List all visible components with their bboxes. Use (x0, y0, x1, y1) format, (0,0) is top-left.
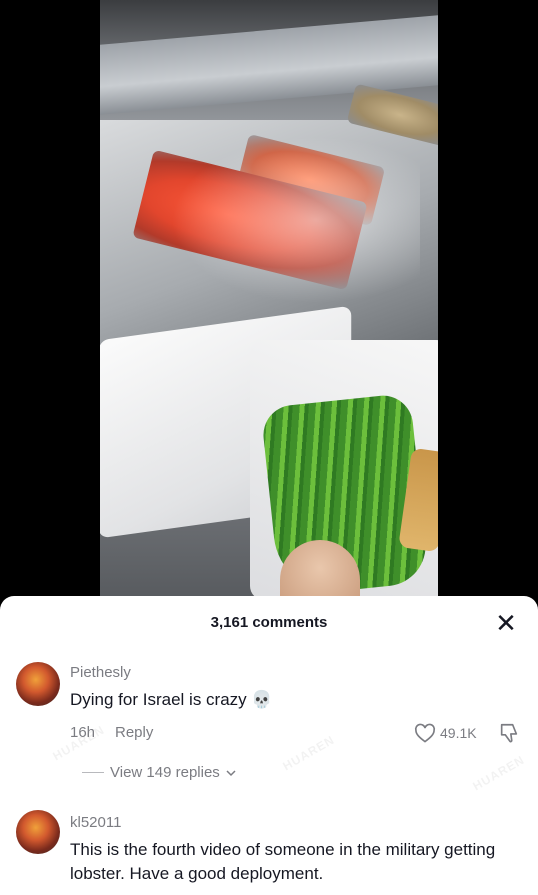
avatar[interactable] (16, 662, 60, 706)
comment-text: This is the fourth video of someone in t… (70, 840, 496, 883)
view-replies-button[interactable]: View 149 replies (82, 764, 236, 781)
comment-username[interactable]: kl52011 (70, 814, 121, 831)
comment-time: 16h (70, 724, 96, 741)
like-button[interactable]: 49.1K (414, 722, 477, 744)
watermark: HUAREN (470, 752, 528, 794)
thumbs-down-icon[interactable] (498, 722, 520, 744)
divider-line (82, 772, 104, 773)
chevron-down-icon (226, 769, 236, 776)
comments-sheet: HUAREN HUAREN HUAREN 3,161 comments ✕ Pi… (0, 596, 538, 895)
video-player[interactable] (0, 0, 538, 610)
reply-button[interactable]: Reply (115, 724, 153, 741)
close-icon[interactable]: ✕ (493, 610, 519, 636)
comment-text: Dying for Israel is crazy 💀 (70, 690, 273, 709)
comment-username[interactable]: Piethesly (70, 664, 131, 681)
like-count: 49.1K (440, 725, 477, 741)
view-replies-label: View 149 replies (110, 764, 220, 781)
steam (160, 130, 420, 310)
heart-icon[interactable] (414, 723, 436, 743)
watermark: HUAREN (280, 732, 338, 774)
comments-count: 3,161 comments (210, 614, 328, 631)
avatar[interactable] (16, 810, 60, 854)
video-frame (100, 0, 438, 610)
